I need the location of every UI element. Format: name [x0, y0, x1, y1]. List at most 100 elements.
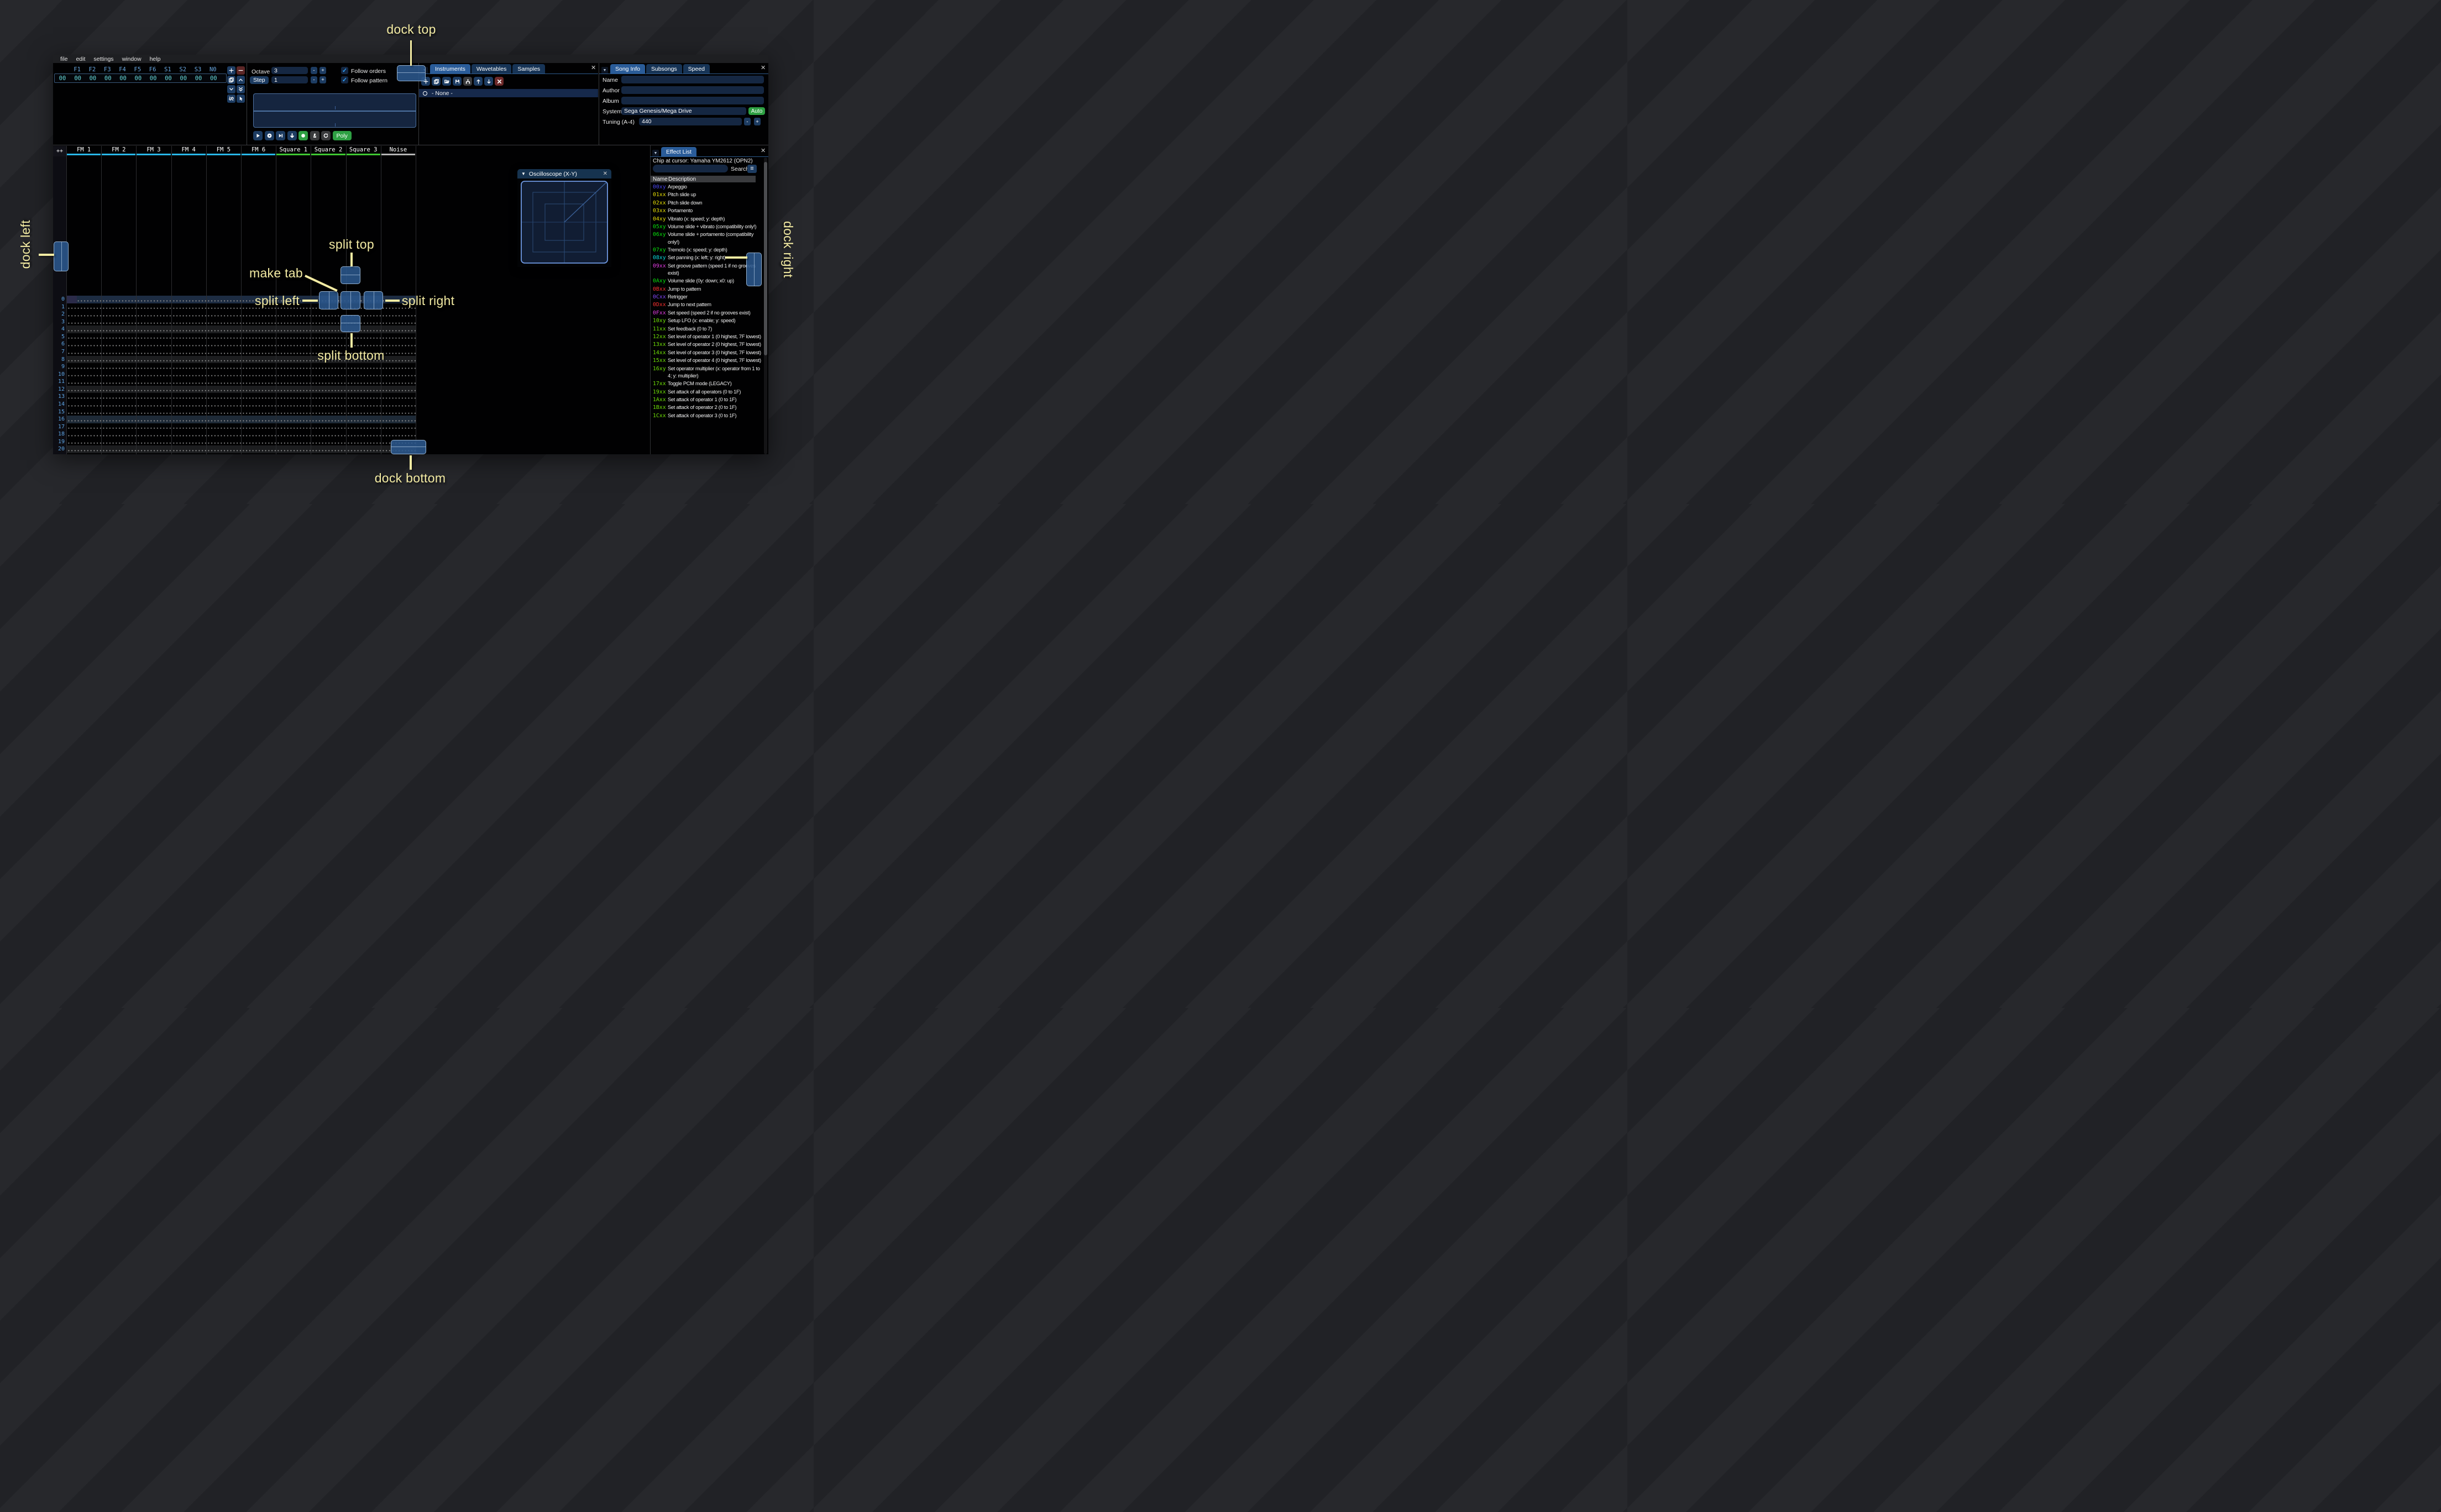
pattern-cell[interactable]: [206, 416, 241, 423]
pattern-cell[interactable]: [241, 385, 276, 393]
pattern-cell[interactable]: [380, 311, 416, 318]
play-button[interactable]: [253, 131, 263, 140]
dock-target-top[interactable]: [397, 65, 426, 81]
pattern-cell[interactable]: [136, 311, 171, 318]
effect-table-rows[interactable]: 00xy Arpeggio 01xx Pitch slide up 02xx Pitch …: [653, 183, 764, 454]
instruments-close-icon[interactable]: ✕: [591, 65, 596, 71]
effect-row[interactable]: 17xx Toggle PCM mode (LEGACY): [653, 380, 764, 387]
pattern-row[interactable]: 4: [53, 326, 416, 333]
pattern-cell[interactable]: [241, 408, 276, 416]
pattern-cell[interactable]: [206, 348, 241, 356]
pattern-cell[interactable]: [206, 378, 241, 386]
instrument-open-button[interactable]: [442, 77, 451, 86]
orders-cell-N0[interactable]: 00: [206, 75, 221, 82]
pattern-cell[interactable]: [66, 333, 102, 341]
instrument-delete-button[interactable]: [495, 77, 504, 86]
pattern-cell[interactable]: [311, 385, 346, 393]
tab-speed[interactable]: Speed: [683, 64, 710, 74]
pattern-cell[interactable]: [171, 445, 206, 453]
instrument-toggle-folders-button[interactable]: [463, 77, 472, 86]
pattern-row[interactable]: 6: [53, 340, 416, 348]
pattern-cell[interactable]: [380, 378, 416, 386]
orders-cell-S2[interactable]: 00: [176, 75, 191, 82]
song-album-input[interactable]: [621, 97, 764, 104]
pattern-cell[interactable]: [206, 326, 241, 333]
collapse-icon[interactable]: ▼: [521, 171, 526, 176]
song-info-close-icon[interactable]: ✕: [761, 65, 766, 71]
pattern-cell[interactable]: [241, 400, 276, 408]
effect-scrollbar-thumb[interactable]: [764, 162, 767, 355]
pattern-cell[interactable]: [380, 340, 416, 348]
pattern-cell[interactable]: [345, 416, 381, 423]
menu-file[interactable]: file: [60, 56, 67, 62]
pattern-cell[interactable]: [66, 311, 102, 318]
pattern-cell[interactable]: [345, 370, 381, 379]
pattern-cell[interactable]: [206, 355, 241, 364]
pattern-cell[interactable]: [241, 393, 276, 401]
orders-cell-S1[interactable]: 00: [161, 75, 176, 82]
pattern-cell[interactable]: [171, 393, 206, 401]
pattern-cell[interactable]: [206, 393, 241, 401]
orders-cell-F1[interactable]: 00: [70, 75, 85, 82]
channel-header-square-3[interactable]: Square 3: [346, 146, 381, 156]
pattern-cell[interactable]: [171, 311, 206, 318]
system-select[interactable]: Sega Genesis/Mega Drive: [621, 107, 746, 115]
effect-row[interactable]: 03xx Portamento: [653, 207, 764, 214]
pattern-cell[interactable]: [66, 416, 102, 423]
pattern-cell[interactable]: [241, 326, 276, 333]
octave-minus-button[interactable]: -: [311, 67, 317, 74]
pattern-cell[interactable]: [171, 408, 206, 416]
pattern-cell[interactable]: [345, 363, 381, 371]
channel-header-fm-4[interactable]: FM 4: [171, 146, 206, 156]
pattern-cell[interactable]: [101, 378, 137, 386]
metronome-button[interactable]: [310, 131, 319, 140]
pattern-cell[interactable]: [136, 296, 171, 303]
split-target-left[interactable]: [319, 291, 338, 309]
orders-col-F1[interactable]: F1: [70, 66, 85, 73]
tab-wavetables[interactable]: Wavetables: [471, 64, 512, 74]
repeat-pattern-button[interactable]: [321, 131, 331, 140]
pattern-cell[interactable]: [136, 400, 171, 408]
make-tab-target[interactable]: [341, 291, 360, 309]
pattern-cell[interactable]: [171, 453, 206, 454]
pattern-cell[interactable]: [136, 423, 171, 431]
pattern-cell[interactable]: [380, 423, 416, 431]
orders-col-N0[interactable]: N0: [206, 66, 221, 73]
channel-header-square-1[interactable]: Square 1: [276, 146, 311, 156]
play-from-beginning-button[interactable]: [264, 131, 274, 140]
pattern-cell[interactable]: [311, 400, 346, 408]
effect-list-close-icon[interactable]: ✕: [761, 148, 766, 154]
pattern-cell[interactable]: [101, 363, 137, 371]
oscilloscope-title-bar[interactable]: ▼ Oscilloscope (X-Y) ✕: [517, 169, 611, 179]
pattern-cell[interactable]: [311, 393, 346, 401]
orders-move-up-button[interactable]: [237, 76, 245, 84]
split-target-bottom[interactable]: [341, 315, 360, 332]
oscilloscope-window[interactable]: ▼ Oscilloscope (X-Y) ✕: [517, 169, 611, 267]
pattern-cell[interactable]: [380, 385, 416, 393]
pattern-cell[interactable]: [311, 333, 346, 341]
pattern-cell[interactable]: [101, 408, 137, 416]
pattern-cell[interactable]: [241, 453, 276, 454]
pattern-cell[interactable]: [66, 393, 102, 401]
pattern-cell[interactable]: [276, 438, 311, 446]
pattern-cell[interactable]: [241, 416, 276, 423]
pattern-cell[interactable]: [66, 303, 102, 311]
pattern-cell[interactable]: [136, 453, 171, 454]
pattern-row[interactable]: 18: [53, 431, 416, 438]
orders-duplicate-button[interactable]: [227, 76, 235, 84]
pattern-cell[interactable]: [206, 333, 241, 341]
tuning-plus-button[interactable]: +: [754, 118, 761, 125]
pattern-cell[interactable]: [241, 431, 276, 438]
orders-col-S3[interactable]: S3: [190, 66, 205, 73]
step-minus-button[interactable]: -: [311, 76, 317, 83]
step-plus-button[interactable]: +: [319, 76, 326, 83]
system-auto-button[interactable]: Auto: [748, 107, 765, 115]
pattern-cell[interactable]: [311, 363, 346, 371]
pattern-cell[interactable]: [380, 333, 416, 341]
tab-effect-list[interactable]: Effect List: [661, 147, 696, 157]
pattern-row[interactable]: 3: [53, 318, 416, 326]
effect-row[interactable]: 1Bxx Set attack of operator 2 (0 to 1F): [653, 404, 764, 411]
pattern-cell[interactable]: [136, 438, 171, 446]
channel-header-fm-6[interactable]: FM 6: [241, 146, 276, 156]
pattern-cell[interactable]: [171, 431, 206, 438]
